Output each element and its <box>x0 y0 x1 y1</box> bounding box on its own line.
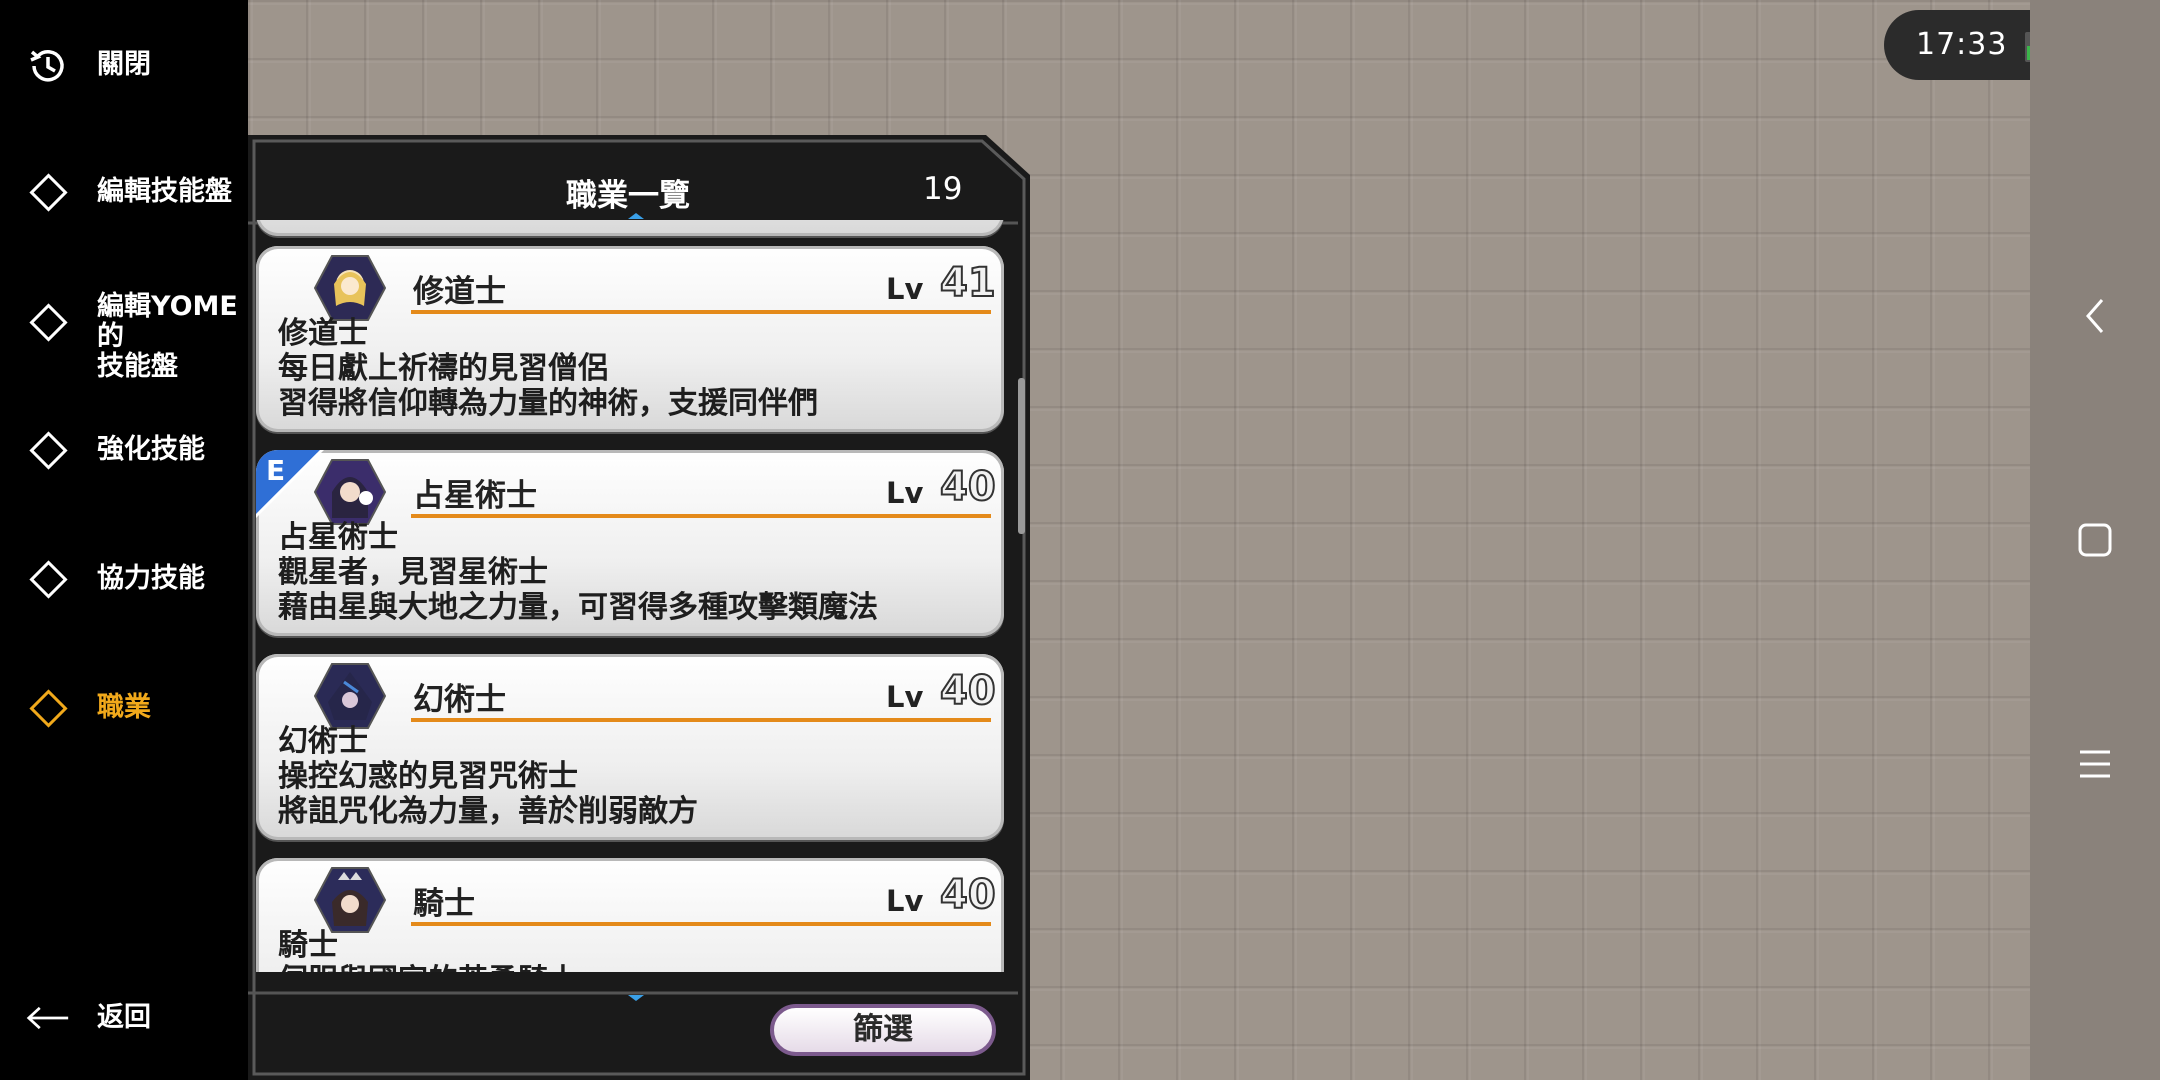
desc-line: 每日獻上祈禱的見習僧侶 <box>278 351 608 386</box>
desc-line: 幻術士 <box>278 724 368 759</box>
job-card-monk[interactable]: 修道士 Lv 41 修道士 每日獻上祈禱的見習僧侶 習得將信仰轉為力量的神術，支… <box>256 246 1004 432</box>
diamond-icon <box>26 170 70 214</box>
desc-line: 伺服與國家的英勇騎士 <box>278 963 578 972</box>
sidebar-item-enhance-skill[interactable]: 強化技能 <box>0 422 248 478</box>
job-description: 修道士 每日獻上祈禱的見習僧侶 習得將信仰轉為力量的神術，支援同伴們 <box>278 316 818 421</box>
job-portrait-icon <box>313 458 387 526</box>
job-card-knight[interactable]: 騎士 Lv 40 騎士 伺服與國家的英勇騎士 <box>256 858 1004 972</box>
desc-line: 觀星者，見習星術士 <box>278 555 548 590</box>
desc-line: 修道士 <box>278 316 368 351</box>
job-level: 40 <box>939 463 997 511</box>
job-level: 40 <box>939 667 997 715</box>
job-list[interactable]: 修道士 Lv 41 修道士 每日獻上祈禱的見習僧侶 習得將信仰轉為力量的神術，支… <box>256 220 1010 972</box>
sidebar-item-job[interactable]: 職業 <box>0 680 248 736</box>
badge-label: E <box>266 454 286 487</box>
square-icon <box>2078 523 2112 557</box>
job-name: 幻術士 <box>413 682 506 718</box>
level-label: Lv <box>886 476 924 510</box>
nav-menu-button[interactable] <box>2065 734 2125 794</box>
level-label: Lv <box>886 272 924 306</box>
sidebar-item-label: 職業 <box>97 692 151 723</box>
level-bar <box>411 718 991 722</box>
sidebar-item-coop-skill[interactable]: 協力技能 <box>0 551 248 607</box>
job-count: 19 <box>923 171 963 207</box>
sidebar-item-edit-yome-skill-board[interactable]: 編輯YOME的 技能盤 <box>0 290 248 382</box>
job-list-panel: 職業一覽 19 修道士 Lv 41 修道士 每日獻上祈禱的見習僧侶 習得將信仰轉… <box>248 135 1030 1080</box>
sidebar-item-label: 關閉 <box>97 49 151 80</box>
level-bar <box>411 310 991 314</box>
nav-back-button[interactable] <box>2065 286 2125 346</box>
desc-line: 騎士 <box>278 928 338 963</box>
sidebar-item-label: 編輯YOME的 技能盤 <box>97 291 238 382</box>
diamond-icon <box>26 557 70 601</box>
panel-title: 職業一覽 <box>566 178 690 214</box>
filter-button[interactable]: 篩選 <box>770 1004 996 1056</box>
diamond-icon <box>26 300 70 344</box>
sidebar-item-label: 編輯技能盤 <box>97 176 232 207</box>
level-bar <box>411 514 991 518</box>
nav-home-button[interactable] <box>2065 510 2125 570</box>
job-description: 騎士 伺服與國家的英勇騎士 <box>278 928 578 972</box>
job-description: 幻術士 操控幻惑的見習咒術士 將詛咒化為力量，善於削弱敵方 <box>278 724 698 829</box>
level-bar <box>411 922 991 926</box>
desc-line: 占星術士 <box>278 520 398 555</box>
clock: 17:33 <box>1916 27 2008 62</box>
sidebar-item-close[interactable]: 關閉 <box>0 38 248 94</box>
back-button[interactable]: 返回 <box>0 990 248 1046</box>
desc-line: 將詛咒化為力量，善於削弱敵方 <box>278 794 698 829</box>
arrow-left-icon <box>26 996 70 1040</box>
list-item[interactable] <box>256 220 1004 236</box>
sidebar-item-edit-skill-board[interactable]: 編輯技能盤 <box>0 164 248 220</box>
sidebar-item-label: 協力技能 <box>97 563 205 594</box>
job-name: 修道士 <box>413 274 506 310</box>
level-label: Lv <box>886 680 924 714</box>
system-nav-bar <box>2030 0 2160 1080</box>
job-card-illusionist[interactable]: 幻術士 Lv 40 幻術士 操控幻惑的見習咒術士 將詛咒化為力量，善於削弱敵方 <box>256 654 1004 840</box>
desc-line: 藉由星與大地之力量，可習得多種攻擊類魔法 <box>278 590 878 625</box>
history-icon <box>26 44 70 88</box>
job-level: 40 <box>939 871 997 919</box>
desc-line: 習得將信仰轉為力量的神術，支援同伴們 <box>278 386 818 421</box>
job-level: 41 <box>939 259 997 307</box>
job-portrait-icon <box>313 254 387 322</box>
sidebar-menu: 關閉 編輯技能盤 編輯YOME的 技能盤 強化技能 協力技能 職業 返回 <box>0 0 248 1080</box>
sidebar-item-label: 強化技能 <box>97 434 205 465</box>
job-name: 騎士 <box>413 886 475 922</box>
back-label: 返回 <box>97 1002 151 1033</box>
level-label: Lv <box>886 884 924 918</box>
menu-icon <box>2080 750 2110 778</box>
job-portrait-icon <box>313 662 387 730</box>
job-portrait-icon <box>313 866 387 934</box>
list-scrollbar[interactable] <box>1018 378 1025 534</box>
job-description: 占星術士 觀星者，見習星術士 藉由星與大地之力量，可習得多種攻擊類魔法 <box>278 520 878 625</box>
diamond-icon <box>26 428 70 472</box>
diamond-icon <box>26 686 70 730</box>
chevron-left-icon <box>2086 299 2104 333</box>
desc-line: 操控幻惑的見習咒術士 <box>278 759 578 794</box>
job-card-astrologer[interactable]: E 占星術士 Lv 40 占星術士 觀星者，見習星術士 藉由星與大地之力量，可習… <box>256 450 1004 636</box>
job-name: 占星術士 <box>413 478 537 514</box>
